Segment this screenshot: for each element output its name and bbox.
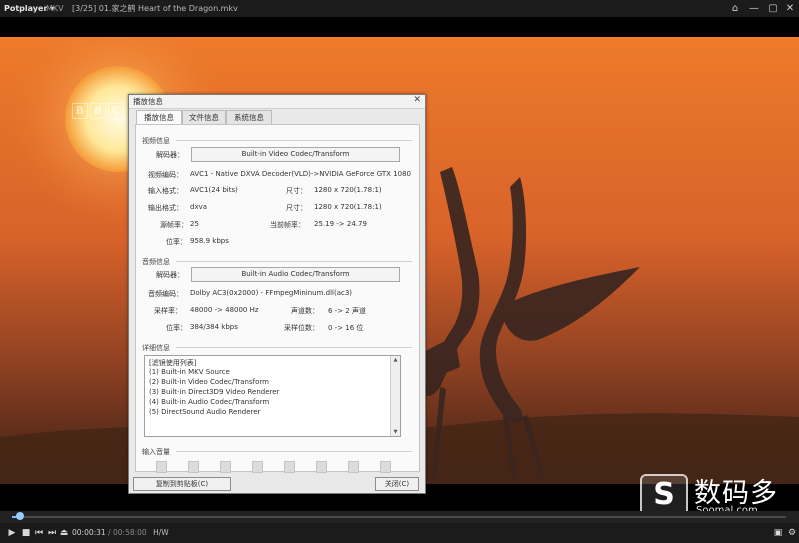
video-decoder-button[interactable]: Built-in Video Codec/Transform [191,147,400,162]
current-fps-value: 25.19 -> 24.79 [314,220,367,228]
list-scrollbar[interactable]: ▲ ▼ [390,356,400,436]
dialog-close-icon[interactable]: ✕ [413,95,421,105]
tab-playback-info[interactable]: 播放信息 [136,110,182,125]
input-format-label: 输入格式： [148,187,183,195]
divider [176,347,412,348]
file-title: [3/25] 01.家之鹤 Heart of the Dragon.mkv [72,4,238,13]
list-item: (2) Built-in Video Codec/Transform [149,378,269,386]
current-time: 00:00:31 [72,528,106,537]
input-size-label: 尺寸： [286,187,307,195]
seek-handle[interactable] [15,512,24,520]
settings-icon[interactable]: ⚙ [786,526,798,540]
audio-decoder-button[interactable]: Built-in Audio Codec/Transform [191,267,400,282]
divider [176,451,412,452]
channel-logo: B B C [72,103,124,119]
close-dialog-button[interactable]: 关闭(C) [375,477,419,491]
pin-icon[interactable]: ⌂ [727,0,743,17]
divider [176,140,412,141]
audio-bitrate-value: 384/384 kbps [190,323,238,331]
seek-bar[interactable] [0,511,799,523]
volume-meter-bar [284,461,295,473]
time-display: 00:00:31 / 00:58:00 H/W [72,528,169,537]
volume-meter-bar [156,461,167,473]
video-codec-label: 视频编码： [148,171,183,179]
video-bitrate-value: 958.9 kbps [190,237,229,245]
output-size-label: 尺寸： [286,204,307,212]
channels-value: 6 -> 2 声道 [328,307,366,315]
source-fps-label: 源帧率： [160,221,188,229]
stop-icon[interactable]: ■ [20,526,32,540]
volume-meter-bar [316,461,327,473]
video-bitrate-label: 位率： [166,238,187,246]
play-icon[interactable]: ▶ [6,526,18,540]
next-icon[interactable]: ⏭ [46,526,58,540]
filter-list[interactable]: [滤镜使用列表] (1) Built-in MKV Source (2) Bui… [144,355,401,437]
video-letterbox-top [0,17,799,37]
scroll-down-icon[interactable]: ▼ [391,428,400,436]
sample-bits-label: 采样位数： [284,324,319,332]
volume-meter-bar [348,461,359,473]
volume-section-title: 输入音量 [142,448,170,456]
video-codec-value: AVC1 - Native DXVA Decoder(VLD)->NVIDIA … [190,170,412,178]
list-item: [滤镜使用列表] [149,359,197,367]
tab-file-info[interactable]: 文件信息 [182,110,226,125]
audio-section-title: 音频信息 [142,258,170,266]
input-format-value: AVC1(24 bits) [190,186,238,194]
divider [176,261,412,262]
total-time: 00:58:00 [113,528,147,537]
dialog-title: 播放信息 [129,95,425,109]
audio-codec-value: Dolby AC3(0x2000) - FFmpegMininum.dll(ac… [190,289,353,297]
list-item: (1) Built-in MKV Source [149,368,230,376]
close-button[interactable]: ✕ [782,0,798,17]
title-bar: Potplayer ▾ MKV [3/25] 01.家之鹤 Heart of t… [0,0,799,17]
audio-codec-label: 音频编码： [148,290,183,298]
scroll-up-icon[interactable]: ▲ [391,356,400,364]
format-label: MKV [46,4,64,13]
channels-label: 声道数： [291,307,319,315]
details-section-title: 详细信息 [142,344,170,352]
volume-meter-bar [252,461,263,473]
input-size-value: 1280 x 720(1.78:1) [314,186,382,194]
copy-to-clipboard-button[interactable]: 复制到剪贴板(C) [133,477,231,491]
eject-icon[interactable]: ⏏ [58,526,70,540]
previous-icon[interactable]: ⏮ [33,526,45,540]
playlist-icon[interactable]: ▣ [772,526,784,540]
sample-rate-value: 48000 -> 48000 Hz [190,306,259,314]
control-bar: ▶ ■ ⏮ ⏭ ⏏ 00:00:31 / 00:58:00 H/W ▣ ⚙ [0,523,799,543]
tab-system-info[interactable]: 系统信息 [226,110,272,125]
video-decoder-label: 解码器： [156,151,184,159]
source-fps-value: 25 [190,220,199,228]
volume-meter-bar [220,461,231,473]
output-size-value: 1280 x 720(1.78:1) [314,203,382,211]
list-item: (3) Built-in Direct3D9 Video Renderer [149,388,280,396]
sample-rate-label: 采样率： [154,307,182,315]
volume-meter-bar [188,461,199,473]
output-format-label: 输出格式： [148,204,183,212]
list-item: (5) DirectSound Audio Renderer [149,408,261,416]
minimize-button[interactable]: — [746,0,762,17]
hw-indicator[interactable]: H/W [153,528,169,537]
output-format-value: dxva [190,203,208,211]
list-item: (4) Built-in Audio Codec/Transform [149,398,270,406]
playback-info-dialog: 播放信息 ✕ 播放信息 文件信息 系统信息 视频信息 解码器： Built-in… [128,94,426,494]
maximize-button[interactable]: ▢ [765,0,781,17]
audio-bitrate-label: 位率： [166,324,187,332]
audio-decoder-label: 解码器： [156,271,184,279]
info-pane: 视频信息 解码器： Built-in Video Codec/Transform… [135,124,420,473]
volume-meter-bar [380,461,391,473]
current-fps-label: 当前帧率： [270,221,305,229]
video-section-title: 视频信息 [142,137,170,145]
sample-bits-value: 0 -> 16 位 [328,324,364,332]
seek-track[interactable] [12,516,786,518]
